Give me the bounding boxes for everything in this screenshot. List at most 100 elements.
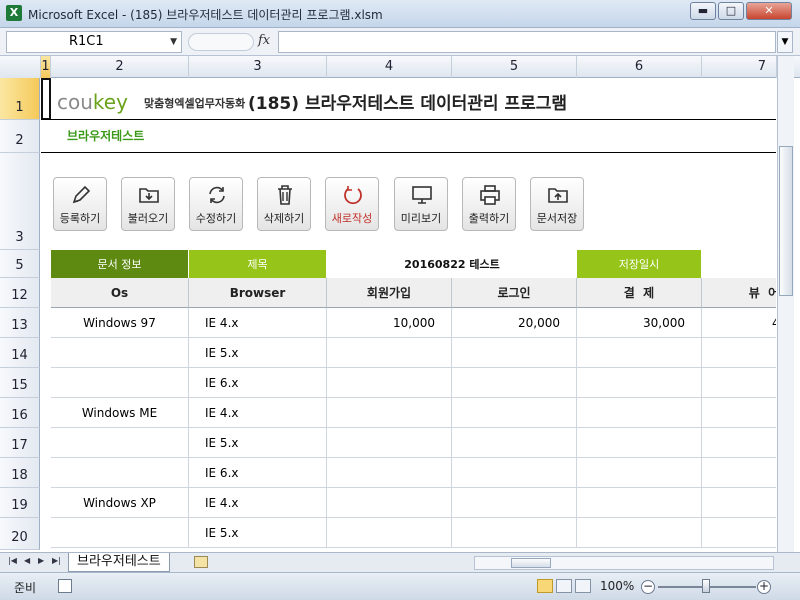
- insert-sheet-icon[interactable]: [194, 556, 208, 568]
- table-cell[interactable]: [577, 518, 702, 548]
- table-cell[interactable]: [51, 428, 189, 458]
- table-cell[interactable]: [327, 428, 452, 458]
- table-cell[interactable]: [702, 338, 776, 368]
- table-cell[interactable]: [702, 398, 776, 428]
- horizontal-scrollbar[interactable]: [474, 556, 774, 570]
- row-header[interactable]: 18: [0, 458, 40, 488]
- zoom-level[interactable]: 100%: [600, 579, 634, 593]
- table-cell[interactable]: [452, 398, 577, 428]
- column-header[interactable]: 3: [189, 56, 327, 78]
- table-cell[interactable]: IE 5.x: [189, 338, 327, 368]
- row-header[interactable]: 13: [0, 308, 40, 338]
- close-button[interactable]: ✕: [746, 2, 792, 20]
- next-sheet-icon[interactable]: ▶: [38, 556, 44, 565]
- table-cell[interactable]: [452, 518, 577, 548]
- edit-button[interactable]: 수정하기: [189, 177, 243, 231]
- table-cell[interactable]: [577, 368, 702, 398]
- row-header[interactable]: 16: [0, 398, 40, 428]
- horizontal-scroll-thumb[interactable]: [511, 558, 551, 568]
- macro-record-icon[interactable]: [58, 579, 72, 593]
- table-cell[interactable]: [577, 338, 702, 368]
- column-header[interactable]: 1: [41, 56, 51, 78]
- table-cell[interactable]: IE 6.x: [189, 458, 327, 488]
- column-header[interactable]: 4: [327, 56, 452, 78]
- table-cell[interactable]: [452, 458, 577, 488]
- table-cell[interactable]: [452, 428, 577, 458]
- formula-input[interactable]: [278, 31, 776, 53]
- row-header[interactable]: 14: [0, 338, 40, 368]
- select-all-corner[interactable]: [0, 56, 41, 78]
- table-cell[interactable]: [702, 488, 776, 518]
- table-cell[interactable]: [51, 368, 189, 398]
- chevron-down-icon[interactable]: ▼: [170, 32, 177, 52]
- table-cell[interactable]: IE 5.x: [189, 428, 327, 458]
- table-cell[interactable]: 10,000: [327, 308, 452, 338]
- table-cell[interactable]: [452, 338, 577, 368]
- load-button[interactable]: 불러오기: [121, 177, 175, 231]
- table-cell[interactable]: [452, 488, 577, 518]
- normal-view-icon[interactable]: [537, 579, 553, 593]
- table-cell[interactable]: [702, 458, 776, 488]
- table-cell[interactable]: [327, 398, 452, 428]
- table-cell[interactable]: [51, 518, 189, 548]
- register-button[interactable]: 등록하기: [53, 177, 107, 231]
- table-cell[interactable]: [327, 488, 452, 518]
- row-header[interactable]: 1: [0, 78, 40, 120]
- vertical-scroll-thumb[interactable]: [779, 146, 793, 296]
- excel-icon[interactable]: X: [6, 5, 22, 21]
- zoom-slider-thumb[interactable]: [702, 579, 710, 593]
- row-header[interactable]: 12: [0, 278, 40, 308]
- column-header[interactable]: 2: [51, 56, 189, 78]
- vertical-scrollbar[interactable]: [777, 56, 794, 552]
- table-cell[interactable]: Windows XP: [51, 488, 189, 518]
- row-header[interactable]: 3: [0, 153, 40, 250]
- column-header[interactable]: 6: [577, 56, 702, 78]
- table-cell[interactable]: Windows 97: [51, 308, 189, 338]
- table-cell[interactable]: [327, 338, 452, 368]
- prev-sheet-icon[interactable]: ◀: [24, 556, 30, 565]
- formula-button-group[interactable]: [188, 33, 254, 51]
- preview-button[interactable]: 미리보기: [394, 177, 448, 231]
- worksheet[interactable]: coukey 맞춤형엑셀업무자동화 (185) 브라우저테스트 데이터관리 프로…: [41, 78, 776, 550]
- page-break-view-icon[interactable]: [575, 579, 591, 593]
- table-cell[interactable]: [702, 518, 776, 548]
- zoom-in-icon[interactable]: +: [757, 580, 771, 594]
- table-cell[interactable]: IE 5.x: [189, 518, 327, 548]
- new-document-button[interactable]: 새로작성: [325, 177, 379, 231]
- table-cell[interactable]: IE 4.x: [189, 398, 327, 428]
- saved-date-value[interactable]: [701, 250, 776, 278]
- table-cell[interactable]: IE 4.x: [189, 308, 327, 338]
- minimize-button[interactable]: ▬: [690, 2, 716, 20]
- table-cell[interactable]: [702, 368, 776, 398]
- delete-button[interactable]: 삭제하기: [257, 177, 311, 231]
- table-cell[interactable]: [51, 338, 189, 368]
- table-cell[interactable]: [577, 428, 702, 458]
- table-cell[interactable]: [577, 398, 702, 428]
- zoom-out-icon[interactable]: −: [641, 580, 655, 594]
- expand-formula-bar-icon[interactable]: ▼: [777, 31, 793, 53]
- table-cell[interactable]: 4: [702, 308, 776, 338]
- print-button[interactable]: 출력하기: [462, 177, 516, 231]
- row-header[interactable]: 17: [0, 428, 40, 458]
- table-cell[interactable]: [51, 458, 189, 488]
- column-header[interactable]: 7: [702, 56, 777, 78]
- first-sheet-icon[interactable]: |◀: [8, 556, 17, 565]
- column-header[interactable]: 5: [452, 56, 577, 78]
- name-box[interactable]: R1C1 ▼: [6, 31, 182, 53]
- title-value[interactable]: 20160822 테스트: [327, 250, 577, 278]
- row-header[interactable]: 15: [0, 368, 40, 398]
- table-cell[interactable]: [702, 428, 776, 458]
- save-document-button[interactable]: 문서저장: [530, 177, 584, 231]
- row-header[interactable]: 19: [0, 488, 40, 518]
- page-layout-view-icon[interactable]: [556, 579, 572, 593]
- table-cell[interactable]: [327, 518, 452, 548]
- row-header[interactable]: 20: [0, 518, 40, 550]
- row-header[interactable]: 5: [0, 250, 40, 278]
- maximize-button[interactable]: □: [718, 2, 744, 20]
- table-cell[interactable]: [327, 458, 452, 488]
- table-cell[interactable]: [577, 488, 702, 518]
- table-cell[interactable]: Windows ME: [51, 398, 189, 428]
- table-cell[interactable]: IE 4.x: [189, 488, 327, 518]
- insert-function-icon[interactable]: fx: [258, 33, 270, 48]
- table-cell[interactable]: [327, 368, 452, 398]
